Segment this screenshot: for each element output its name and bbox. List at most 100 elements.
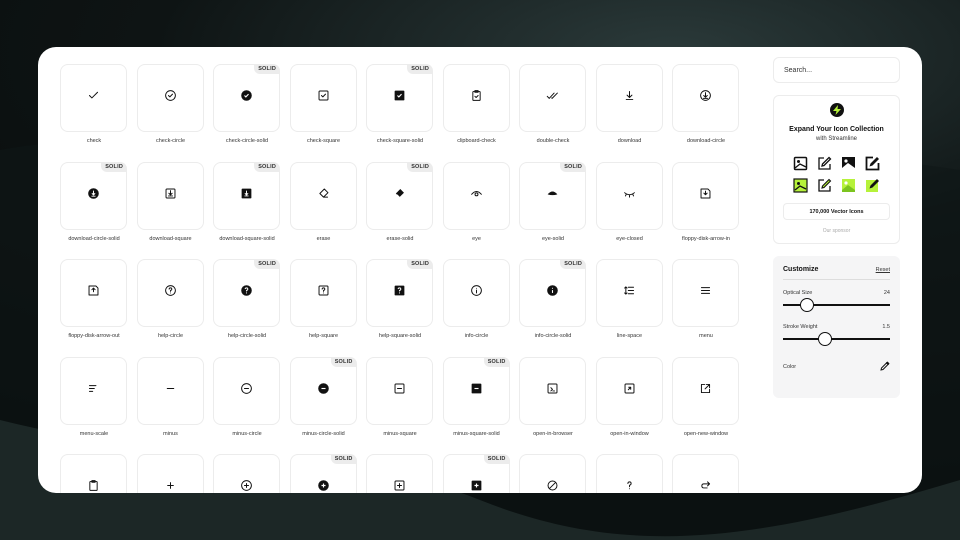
icon-card[interactable]	[289, 161, 357, 230]
icon-card[interactable]	[595, 161, 663, 230]
icon-card[interactable]	[60, 64, 127, 132]
icon-tile[interactable]: SOLID check-square-solid	[366, 64, 434, 144]
icon-card[interactable]: SOLID	[519, 259, 586, 327]
icon-tile[interactable]: floppy-disk-arrow-out	[60, 259, 128, 339]
icon-tile[interactable]	[595, 454, 664, 493]
icon-card[interactable]: SOLID	[366, 259, 433, 327]
icon-tile[interactable]: clipboard-check	[442, 64, 511, 144]
icon-tile[interactable]: menu	[672, 259, 740, 339]
icon-card[interactable]	[595, 454, 663, 493]
icon-card[interactable]: SOLID	[289, 356, 357, 425]
icon-card[interactable]	[672, 161, 739, 230]
icon-tile[interactable]: help-square	[289, 259, 358, 339]
icon-tile[interactable]: eye	[442, 161, 511, 242]
icon-card[interactable]: SOLID	[519, 161, 586, 230]
reset-link[interactable]: Reset	[876, 267, 890, 273]
icon-tile[interactable]: check-circle	[136, 64, 205, 144]
icon-card[interactable]	[672, 356, 739, 425]
icon-tile[interactable]: SOLID help-square-solid	[366, 259, 434, 339]
icon-tile[interactable]: download-circle	[672, 64, 740, 144]
icon-tile[interactable]: line-space	[595, 259, 664, 339]
optical-size-handle[interactable]	[799, 298, 814, 312]
stroke-weight-handle[interactable]	[818, 332, 833, 346]
icon-card[interactable]	[366, 454, 433, 493]
icon-tile[interactable]: download-square	[136, 161, 205, 242]
icon-tile[interactable]: check-square	[289, 64, 358, 144]
icon-tile[interactable]: help-circle	[136, 259, 205, 339]
icon-card[interactable]: SOLID	[60, 161, 127, 230]
icon-tile[interactable]: open-in-browser	[519, 356, 587, 437]
icon-card[interactable]: SOLID	[442, 356, 510, 425]
icon-tile[interactable]: SOLID download-square-solid	[213, 161, 281, 242]
promo-panel[interactable]: Expand Your Icon Collection with Streaml…	[773, 95, 900, 244]
icon-card[interactable]	[672, 454, 739, 493]
icon-tile[interactable]: SOLID	[289, 454, 358, 493]
icon-card[interactable]: SOLID	[289, 454, 357, 493]
icon-card[interactable]	[60, 454, 127, 493]
icon-tile[interactable]: minus-square	[366, 356, 434, 437]
icon-tile[interactable]: open-in-window	[595, 356, 664, 437]
icon-card[interactable]	[442, 64, 510, 132]
icon-card[interactable]: SOLID	[213, 64, 280, 132]
icon-tile[interactable]: download	[595, 64, 664, 144]
icon-tile[interactable]: open-new-window	[672, 356, 740, 437]
icon-tile[interactable]: eye-closed	[595, 161, 664, 242]
search-input[interactable]: Search...	[773, 57, 900, 83]
icon-tile[interactable]: SOLID eye-solid	[519, 161, 587, 242]
icon-tile[interactable]: menu-scale	[60, 356, 128, 437]
icon-card[interactable]	[672, 64, 739, 132]
icon-tile[interactable]: erase	[289, 161, 358, 242]
icon-tile[interactable]	[519, 454, 587, 493]
icon-tile[interactable]	[136, 454, 205, 493]
icon-card[interactable]: SOLID	[213, 161, 280, 230]
icon-tile[interactable]	[672, 454, 740, 493]
optical-size-slider[interactable]	[783, 298, 890, 312]
icon-tile[interactable]: info-circle	[442, 259, 511, 339]
eye-solid-icon	[546, 187, 559, 205]
icon-card[interactable]	[136, 64, 204, 132]
icon-card[interactable]	[213, 454, 280, 493]
icon-tile[interactable]: floppy-disk-arrow-in	[672, 161, 740, 242]
icon-tile[interactable]: check	[60, 64, 128, 144]
icon-tile[interactable]: SOLID check-circle-solid	[213, 64, 281, 144]
icon-tile[interactable]: minus	[136, 356, 205, 437]
icon-card[interactable]: SOLID	[366, 64, 433, 132]
icon-card[interactable]	[595, 259, 663, 327]
icon-tile[interactable]: SOLID download-circle-solid	[60, 161, 128, 242]
icon-card[interactable]	[595, 64, 663, 132]
icon-tile[interactable]: SOLID minus-circle-solid	[289, 356, 358, 437]
icon-card[interactable]	[289, 259, 357, 327]
icon-tile[interactable]: SOLID help-circle-solid	[213, 259, 281, 339]
icon-card[interactable]	[442, 259, 510, 327]
icon-card[interactable]	[136, 161, 204, 230]
icon-card[interactable]	[519, 64, 586, 132]
icon-tile[interactable]: SOLID minus-square-solid	[442, 356, 511, 437]
color-picker-icon[interactable]	[880, 358, 890, 376]
icon-card[interactable]	[136, 356, 204, 425]
icon-card[interactable]	[60, 356, 127, 425]
icon-tile[interactable]	[213, 454, 281, 493]
icon-card[interactable]	[672, 259, 739, 327]
icon-card[interactable]: SOLID	[213, 259, 280, 327]
icon-card[interactable]	[519, 356, 586, 425]
icon-card[interactable]	[289, 64, 357, 132]
icon-card[interactable]	[60, 259, 127, 327]
icon-tile[interactable]: SOLID erase-solid	[366, 161, 434, 242]
icon-card[interactable]	[519, 454, 586, 493]
icon-card[interactable]	[136, 259, 204, 327]
icon-tile[interactable]	[60, 454, 128, 493]
icon-card[interactable]: SOLID	[442, 454, 510, 493]
icon-card[interactable]	[366, 356, 433, 425]
icon-tile[interactable]: double-check	[519, 64, 587, 144]
icon-card[interactable]	[442, 161, 510, 230]
icon-tile[interactable]: minus-circle	[213, 356, 281, 437]
icon-card[interactable]	[136, 454, 204, 493]
vector-icons-button[interactable]: 170,000 Vector Icons	[783, 203, 890, 220]
icon-card[interactable]	[213, 356, 280, 425]
icon-card[interactable]: SOLID	[366, 161, 433, 230]
icon-tile[interactable]: SOLID	[442, 454, 511, 493]
icon-card[interactable]	[595, 356, 663, 425]
icon-tile[interactable]: SOLID info-circle-solid	[519, 259, 587, 339]
icon-tile[interactable]	[366, 454, 434, 493]
stroke-weight-slider[interactable]	[783, 332, 890, 346]
